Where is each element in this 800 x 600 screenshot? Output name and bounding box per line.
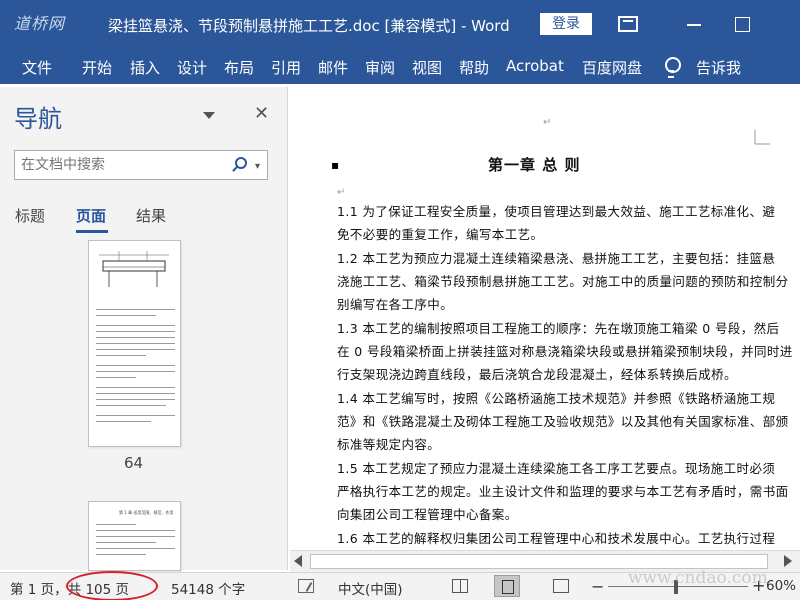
thumbnail-text-line [96, 343, 175, 344]
body-text-line: 行支架现浇边跨直线段，最后浇筑合龙段混凝土，经体系转换后成桥。 [337, 367, 737, 382]
body-text-line: 1.1 为了保证工程安全质量，使项目管理达到最大效益、施工工艺标准化、避 [337, 204, 776, 219]
search-icon[interactable] [235, 157, 247, 169]
body-text-line: 1.4 本工艺编写时，按照《公路桥涵施工技术规范》并参照《铁路桥涵施工规 [337, 391, 776, 406]
read-mode-icon[interactable] [452, 579, 468, 593]
watermark: www.cndao.com [628, 568, 768, 588]
tab-mailings[interactable]: 邮件 [318, 57, 348, 78]
scroll-right-icon[interactable] [784, 555, 792, 567]
ribbon-display-options-icon[interactable] [618, 16, 638, 32]
nav-tab-results[interactable]: 结果 [136, 205, 166, 226]
body-text-line: 1.6 本工艺的解释权归集团公司工程管理中心和技术发展中心。工艺执行过程 [337, 531, 776, 546]
tab-design[interactable]: 设计 [177, 57, 207, 78]
thumbnail-text-line [96, 393, 175, 394]
tab-baidu-netdisk[interactable]: 百度网盘 [582, 57, 642, 78]
thumbnail-text-line [96, 542, 156, 543]
tab-acrobat[interactable]: Acrobat [506, 57, 564, 75]
word-count-indicator[interactable]: 54148 个字 [171, 578, 245, 598]
thumbnail-text-line [96, 524, 136, 525]
nav-search-box[interactable]: ▾ [14, 150, 268, 180]
title-bar: 道桥网 梁挂篮悬浇、节段预制悬拼施工工艺.doc [兼容模式] - Word 登… [0, 0, 800, 50]
close-icon[interactable]: ✕ [254, 103, 269, 124]
thumbnail-text-line [96, 309, 175, 310]
body-text-line: 向集团公司工程管理中心备案。 [337, 507, 518, 522]
thumbnail-text-line [96, 365, 175, 366]
tab-file[interactable]: 文件 [22, 57, 52, 78]
thumbnail-text-line [96, 421, 151, 422]
zoom-out-icon[interactable]: − [591, 577, 604, 596]
body-text-line: 1.3 本工艺的编制按照项目工程施工的顺序：先在墩顶施工箱梁 0 号段，然后 [337, 321, 780, 336]
highlight-circle-annotation [66, 571, 158, 600]
thumbnail-text-line [96, 387, 175, 388]
login-button[interactable]: 登录 [540, 13, 592, 35]
nav-tab-headings[interactable]: 标题 [15, 205, 45, 226]
thumbnail-text-line [96, 337, 175, 338]
thumbnail-text-line [96, 405, 166, 406]
thumbnail-text-line [96, 554, 146, 555]
nav-tab-pages[interactable]: 页面 [76, 205, 106, 226]
body-text-line: 免不必要的重复工作，编写本工艺。 [337, 227, 544, 242]
body-text-line: 1.5 本工艺规定了预应力混凝土连续梁施工各工序工艺要点。现场施工时必须 [337, 461, 776, 476]
thumbnail-text-line [96, 371, 175, 372]
body-text-line: 标准等规定内容。 [337, 437, 441, 452]
thumbnail-text-line [96, 548, 175, 549]
list-bullet: ▪ [331, 158, 340, 172]
scroll-left-icon[interactable] [294, 555, 302, 567]
thumbnail-text-line [96, 355, 146, 356]
language-indicator[interactable]: 中文(中国) [338, 578, 403, 598]
thumbnail-text-line [96, 325, 175, 326]
print-layout-icon[interactable] [494, 575, 520, 597]
tab-layout[interactable]: 布局 [224, 57, 254, 78]
thumbnail-text-line [96, 399, 175, 400]
search-options-icon[interactable]: ▾ [255, 161, 260, 172]
scrollbar-thumb[interactable] [310, 554, 768, 569]
thumbnail-text-line [96, 536, 175, 537]
thumbnail-text-line [96, 349, 175, 350]
page-thumbnail[interactable]: 第 1 章 适用范围、规范、作用 [88, 501, 181, 571]
minimize-icon[interactable] [683, 14, 705, 34]
body-text-line: 范》和《铁路混凝土及砌体工程施工及验收规范》以及其他有关国家标准、部颁 [337, 414, 789, 429]
page-thumbnail[interactable] [88, 240, 181, 447]
tab-view[interactable]: 视图 [412, 57, 442, 78]
web-layout-icon[interactable] [553, 579, 569, 593]
paragraph-mark-icon: ↵ [543, 117, 552, 128]
search-input[interactable] [21, 155, 221, 175]
tab-home[interactable]: 开始 [82, 57, 112, 78]
body-text-line: 在 0 号段箱梁桥面上拼装挂篮对称悬浇箱梁块段或悬拼箱梁预制块段，并同时进 [337, 344, 793, 359]
tab-help[interactable]: 帮助 [459, 57, 489, 78]
thumbnail-page-number: 64 [124, 454, 144, 472]
proofing-icon[interactable] [298, 579, 314, 593]
zoom-level[interactable]: 60% [766, 578, 796, 594]
body-text-line: 1.2 本工艺为预应力混凝土连续箱梁悬浇、悬拼施工工艺，主要包括：挂篮悬 [337, 251, 776, 266]
body-text-line: 严格执行本工艺的规定。业主设计文件和监理的要求与本工艺有矛盾时，需书面 [337, 484, 789, 499]
thumbnail-text-line [96, 331, 175, 332]
body-text-line: 浇施工工艺、箱梁节段预制悬拼施工工艺。对施工中的质量问题的预防和控制分 [337, 274, 789, 289]
tab-insert[interactable]: 插入 [130, 57, 160, 78]
body-text-line: 别编写在各工序中。 [337, 297, 454, 312]
lightbulb-icon[interactable] [664, 57, 681, 78]
tell-me-box[interactable]: 告诉我 [696, 57, 741, 78]
thumbnail-text-line [96, 415, 175, 416]
document-title: 梁挂篮悬浇、节段预制悬拼施工工艺.doc [兼容模式] - Word [108, 17, 510, 35]
navigation-pane: 导航 ✕ ▾ 标题 页面 结果 [0, 87, 288, 571]
chapter-heading: 第一章 总 则 [488, 156, 581, 174]
thumbnail-text-line [96, 315, 156, 316]
thumbnail-text-line [96, 377, 136, 378]
active-tab-indicator [76, 230, 108, 233]
tab-references[interactable]: 引用 [271, 57, 301, 78]
thumbnail-diagram [99, 251, 169, 287]
paragraph-mark-icon: ↵ [337, 187, 346, 198]
tab-review[interactable]: 审阅 [365, 57, 395, 78]
thumbnail-text-line [96, 530, 175, 531]
chevron-down-icon[interactable] [203, 112, 215, 119]
thumbnail-heading: 第 1 章 适用范围、规范、作用 [119, 510, 174, 515]
brand-logo: 道桥网 [14, 14, 66, 33]
ribbon-tabs: 文件 开始 插入 设计 布局 引用 邮件 审阅 视图 帮助 Acrobat 百度… [0, 50, 800, 84]
maximize-icon[interactable] [731, 14, 753, 34]
nav-pane-title: 导航 [14, 105, 62, 133]
